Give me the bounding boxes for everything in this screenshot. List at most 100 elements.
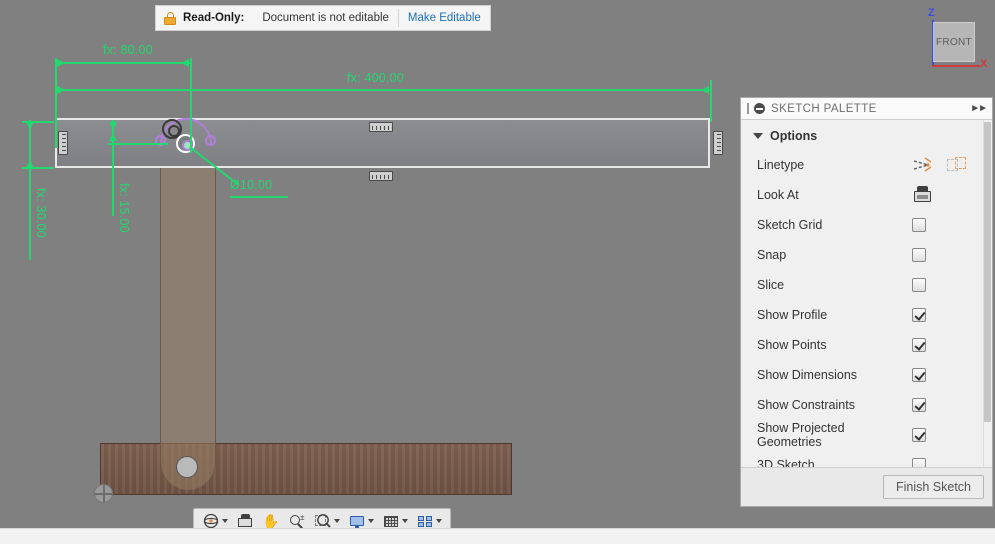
option-label: Show Dimensions bbox=[757, 368, 858, 382]
grid-snaps-button[interactable] bbox=[379, 511, 411, 528]
dim-line bbox=[55, 89, 710, 91]
sketch-palette-footer: Finish Sketch bbox=[741, 468, 992, 506]
dim-ext-line bbox=[190, 58, 192, 153]
option-row-linetype[interactable]: Linetype bbox=[741, 150, 992, 180]
chevron-down-icon[interactable] bbox=[436, 519, 442, 523]
show-points-checkbox[interactable] bbox=[912, 338, 926, 352]
show-profile-checkbox[interactable] bbox=[912, 308, 926, 322]
dimension-label-80[interactable]: fx: 80.00 bbox=[103, 43, 153, 57]
option-row-look-at[interactable]: Look At bbox=[741, 180, 992, 210]
dimension-label-15[interactable]: fx: 15.00 bbox=[117, 183, 131, 233]
dimension-label-30[interactable]: fx: 30.00 bbox=[34, 188, 48, 238]
display-settings-icon bbox=[348, 513, 366, 528]
snap-checkbox[interactable] bbox=[912, 248, 926, 262]
sketch-palette-header: SKETCH PALETTE ►► bbox=[741, 98, 992, 120]
construction-linetype-icon[interactable] bbox=[912, 156, 934, 174]
sketch-grid-checkbox[interactable] bbox=[912, 218, 926, 232]
palette-scrollbar[interactable] bbox=[983, 120, 992, 467]
look-at-icon[interactable] bbox=[912, 186, 934, 204]
palette-scrollbar-thumb[interactable] bbox=[984, 122, 991, 422]
option-row-show-points[interactable]: Show Points bbox=[741, 330, 992, 360]
axis-x-label: X bbox=[980, 58, 988, 70]
chevron-down-icon[interactable] bbox=[402, 519, 408, 523]
vertical-constraint-glyph bbox=[713, 131, 723, 155]
option-label: Show Points bbox=[757, 338, 827, 352]
dimension-label-400[interactable]: fx: 400.00 bbox=[347, 71, 404, 85]
centerline-linetype-icon[interactable] bbox=[946, 156, 968, 174]
axis-z-label: Z bbox=[928, 7, 935, 19]
zoom-window-button[interactable] bbox=[311, 511, 343, 528]
collapse-icon[interactable] bbox=[754, 103, 765, 114]
double-chevron-right-icon[interactable]: ►► bbox=[970, 103, 988, 114]
dim-arrow bbox=[26, 160, 34, 168]
option-row-3d-sketch[interactable]: 3D Sketch bbox=[741, 450, 992, 468]
dim-arrow bbox=[701, 86, 709, 94]
read-only-message: Document is not editable bbox=[262, 12, 389, 24]
grid-snaps-icon bbox=[382, 513, 400, 528]
axis-x-line bbox=[932, 65, 980, 67]
finish-sketch-button[interactable]: Finish Sketch bbox=[882, 475, 984, 499]
show-projected-geometries-checkbox[interactable] bbox=[912, 428, 926, 442]
zoom-button[interactable]: ± bbox=[285, 511, 309, 528]
option-label: 3D Sketch bbox=[757, 458, 815, 468]
sketch-palette-body: Options Linetype Look At Sketch Grid Sna… bbox=[741, 120, 992, 468]
chevron-down-icon bbox=[753, 133, 763, 139]
viewports-button[interactable] bbox=[413, 511, 445, 528]
pan-button[interactable]: ✋ bbox=[259, 511, 283, 528]
option-label: Sketch Grid bbox=[757, 218, 823, 232]
dim-arrow bbox=[57, 86, 65, 94]
option-row-show-constraints[interactable]: Show Constraints bbox=[741, 390, 992, 420]
dim-arrow bbox=[181, 59, 189, 67]
option-row-slice[interactable]: Slice bbox=[741, 270, 992, 300]
panel-grip-icon[interactable] bbox=[747, 103, 749, 114]
option-row-sketch-grid[interactable]: Sketch Grid bbox=[741, 210, 992, 240]
chevron-down-icon[interactable] bbox=[334, 519, 340, 523]
option-label: Snap bbox=[757, 248, 787, 262]
option-row-snap[interactable]: Snap bbox=[741, 240, 992, 270]
read-only-banner: Read-Only: Document is not editable Make… bbox=[155, 5, 491, 31]
look-at-button[interactable] bbox=[233, 511, 257, 528]
dim-arrow bbox=[26, 122, 34, 130]
read-only-label: Read-Only: bbox=[183, 12, 245, 24]
viewports-icon bbox=[416, 513, 434, 528]
navigation-toolbar[interactable]: ✋ ± bbox=[193, 508, 451, 528]
option-label: Linetype bbox=[757, 158, 805, 172]
dim-arrow bbox=[109, 122, 117, 130]
option-row-show-projected-geometries[interactable]: Show Projected Geometries bbox=[741, 420, 992, 450]
orbit-button[interactable] bbox=[199, 511, 231, 528]
dimension-label-diameter[interactable]: Ø10.00 bbox=[230, 178, 272, 192]
horizontal-constraint-glyph bbox=[369, 122, 393, 132]
3d-sketch-checkbox[interactable] bbox=[912, 458, 926, 467]
view-cube-front-face[interactable]: FRONT bbox=[933, 22, 975, 62]
option-label: Slice bbox=[757, 278, 785, 292]
options-section-label: Options bbox=[770, 129, 818, 143]
dim-ext-line bbox=[108, 143, 168, 145]
origin-marker bbox=[94, 484, 113, 503]
option-label: Show Constraints bbox=[757, 398, 855, 412]
options-section-header[interactable]: Options bbox=[741, 120, 992, 150]
sketch-palette-panel[interactable]: SKETCH PALETTE ►► Options Linetype Look … bbox=[740, 97, 993, 507]
make-editable-link[interactable]: Make Editable bbox=[399, 6, 490, 30]
option-label: Look At bbox=[757, 188, 799, 202]
dim-line bbox=[55, 62, 190, 64]
dim-underline bbox=[230, 196, 288, 198]
chevron-down-icon[interactable] bbox=[222, 519, 228, 523]
view-cube[interactable]: Z X FRONT bbox=[917, 7, 988, 78]
zoom-icon: ± bbox=[288, 513, 306, 528]
arm-hole bbox=[176, 456, 198, 478]
dim-line bbox=[29, 120, 31, 260]
slice-checkbox[interactable] bbox=[912, 278, 926, 292]
option-label: Show Profile bbox=[757, 308, 828, 322]
chevron-down-icon[interactable] bbox=[368, 519, 374, 523]
vertical-arm-body bbox=[160, 120, 216, 490]
show-dimensions-checkbox[interactable] bbox=[912, 368, 926, 382]
zoom-window-icon bbox=[314, 513, 332, 528]
sketch-palette-title: SKETCH PALETTE bbox=[771, 102, 877, 115]
lock-icon bbox=[156, 6, 181, 30]
display-settings-button[interactable] bbox=[345, 511, 377, 528]
show-constraints-checkbox[interactable] bbox=[912, 398, 926, 412]
sketch-canvas[interactable]: fx: 80.00 fx: 400.00 fx: 30.00 fx: 15.00… bbox=[0, 0, 995, 528]
option-row-show-dimensions[interactable]: Show Dimensions bbox=[741, 360, 992, 390]
option-row-show-profile[interactable]: Show Profile bbox=[741, 300, 992, 330]
dim-ext-line bbox=[710, 80, 712, 122]
